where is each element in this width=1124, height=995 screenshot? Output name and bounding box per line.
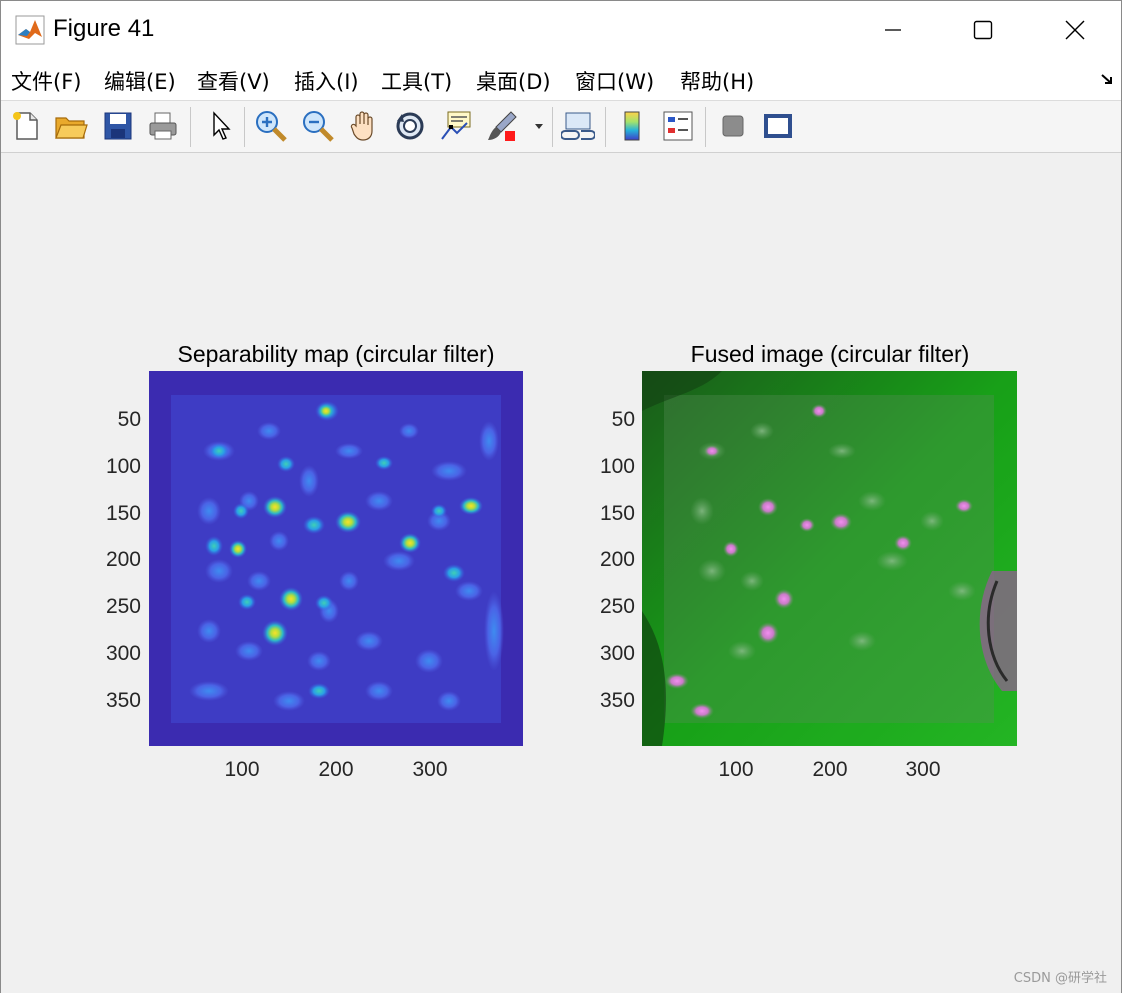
dock-arrow-icon [1101,74,1112,84]
y-tick-label: 300 [599,642,635,665]
x-tick-label: 100 [224,758,260,781]
open-file-button[interactable] [52,107,90,145]
axes-1-title: Separability map (circular filter) [177,341,495,367]
y-tick-label: 200 [599,548,635,571]
minimize-button[interactable] [847,1,939,59]
hide-plot-tools-button[interactable] [714,107,752,145]
y-tick-label: 50 [117,408,141,431]
legend-icon [663,111,693,141]
y-tick-label: 250 [599,595,635,618]
toolbar-separator [190,107,191,147]
link-plot-button[interactable] [559,107,597,145]
menu-view[interactable]: 查看(V) [197,66,270,96]
brush-icon [488,111,517,141]
toolbar-separator [705,107,706,147]
menu-window[interactable]: 窗口(W) [575,66,654,96]
y-tick-label: 350 [599,689,635,712]
print-button[interactable] [144,107,182,145]
pan-button[interactable] [345,107,383,145]
separability-map-axes[interactable] [149,371,523,746]
x-tick-label: 200 [318,758,354,781]
close-button[interactable] [1029,1,1121,59]
maximize-button[interactable] [937,1,1029,59]
zoom-out-icon [303,111,334,142]
figure-window: Figure 41 文件(F) 编辑(E) 查看(V) 插入(I) 工具(T) … [0,0,1122,993]
select-button[interactable] [200,107,238,145]
colorbar-button[interactable] [613,107,651,145]
close-icon [1065,20,1085,40]
show-plot-tools-button[interactable] [759,107,797,145]
data-cursor-button[interactable] [437,107,475,145]
figure-toolbar [1,101,1121,153]
y-tick-label: 150 [599,502,635,525]
zoom-in-button[interactable] [252,107,290,145]
menu-file[interactable]: 文件(F) [11,66,81,96]
x-tick-label: 300 [905,758,941,781]
fused-image-axes[interactable] [642,371,1017,746]
menu-tools[interactable]: 工具(T) [381,66,452,96]
print-icon [149,112,177,140]
legend-button[interactable] [659,107,697,145]
rotate-button[interactable] [391,107,429,145]
y-tick-label: 250 [105,595,141,618]
menu-help[interactable]: 帮助(H) [680,66,754,96]
new-figure-button[interactable] [7,107,45,145]
save-button[interactable] [99,107,137,145]
open-file-icon [55,117,88,139]
y-tick-label: 150 [105,502,141,525]
data-cursor-icon [441,111,471,140]
brush-button[interactable] [483,107,521,145]
zoom-in-icon [256,111,287,142]
x-tick-label: 100 [718,758,754,781]
y-tick-label: 350 [105,689,141,712]
rotate-3d-icon [396,112,424,140]
matlab-logo-icon [15,15,45,45]
y-tick-label: 100 [105,455,141,478]
toolbar-separator [244,107,245,147]
save-icon [104,112,132,140]
y-tick-label: 200 [105,548,141,571]
watermark: CSDN @研学社 [1013,971,1107,986]
colorbar-icon [624,111,640,141]
hide-plot-tools-icon [722,115,744,137]
title-bar[interactable]: Figure 41 [1,1,1121,59]
dock-figure-button[interactable] [1099,71,1115,91]
y-tick-label: 300 [105,642,141,665]
pan-hand-icon [350,111,373,141]
y-tick-label: 100 [599,455,635,478]
x-tick-label: 300 [412,758,448,781]
select-arrow-icon [213,111,231,140]
menu-desktop[interactable]: 桌面(D) [476,66,551,96]
axes-2-title: Fused image (circular filter) [690,341,970,367]
y-tick-label: 50 [611,408,635,431]
menu-edit[interactable]: 编辑(E) [104,66,176,96]
show-plot-tools-icon [764,114,792,138]
toolbar-separator [605,107,606,147]
chevron-down-icon [535,124,543,129]
menu-bar: 文件(F) 编辑(E) 查看(V) 插入(I) 工具(T) 桌面(D) 窗口(W… [1,59,1121,101]
minimize-icon [885,29,901,31]
window-title: Figure 41 [53,15,155,42]
separability-heatmap [149,371,523,746]
toolbar-separator [552,107,553,147]
x-tick-label: 200 [812,758,848,781]
maximize-icon [973,20,993,40]
zoom-out-button[interactable] [299,107,337,145]
menu-insert[interactable]: 插入(I) [294,66,359,96]
brush-dropdown-button[interactable] [529,107,549,145]
new-figure-icon [13,112,38,140]
fused-green-magenta-image [642,371,1017,746]
link-plot-icon [561,112,595,140]
